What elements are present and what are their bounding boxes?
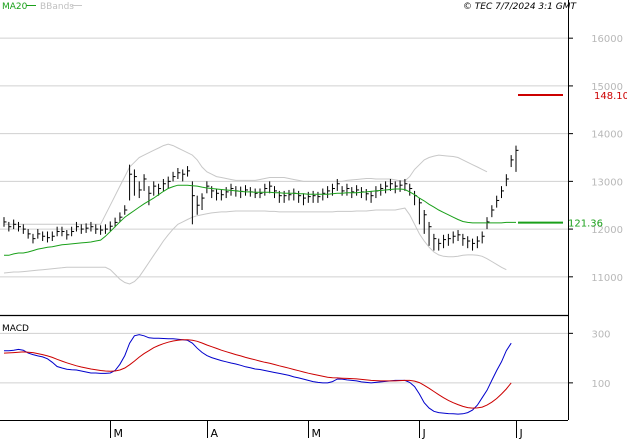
macd-lines [3, 334, 512, 415]
macd-series-macd [4, 334, 512, 415]
price-level-label-121: 121.36 [568, 219, 603, 230]
price-axis-tick-label: 14000 [591, 130, 623, 141]
y-axis-tick-labels: 110001200013000140001500016000100300 [591, 34, 623, 390]
legend-ma20-label: MA20 [2, 2, 28, 12]
price-axis-tick-label: 13000 [591, 177, 623, 188]
x-axis-tick-label: A [211, 427, 219, 440]
macd-axis-tick-label: 100 [591, 379, 610, 390]
macd-panel-title: MACD [2, 324, 29, 334]
macd-gridlines [0, 332, 573, 384]
chart-root: 11000 12000 13000 14000 15000 16000 100 300 MAM… [0, 0, 627, 440]
x-axis-ticks: MAMJJ [110, 420, 523, 440]
price-axis-tick-label: 16000 [591, 34, 623, 45]
price-axis-tick-label: 11000 [591, 273, 623, 284]
bb-upper-line [4, 143, 488, 225]
x-axis-tick-label: M [312, 427, 322, 440]
bollinger-bands [3, 143, 507, 285]
copyright-text: © TEC 7/7/2024 3:1 GMT [463, 2, 578, 12]
macd-axis-tick-label: 300 [591, 329, 610, 340]
price-bars [3, 145, 519, 251]
macd-series-signal [3, 339, 512, 409]
legend-bbands-label: BBands [40, 2, 74, 12]
x-axis-tick-label: J [519, 427, 523, 440]
x-axis-tick-label: J [422, 427, 426, 440]
price-gridlines [0, 37, 573, 278]
x-axis-tick-label: M [114, 427, 124, 440]
bb-lower-line [3, 207, 507, 285]
price-level-label-148: 148.10 [594, 91, 627, 102]
chart-svg: 110001200013000140001500016000100300 MAM… [0, 0, 627, 440]
